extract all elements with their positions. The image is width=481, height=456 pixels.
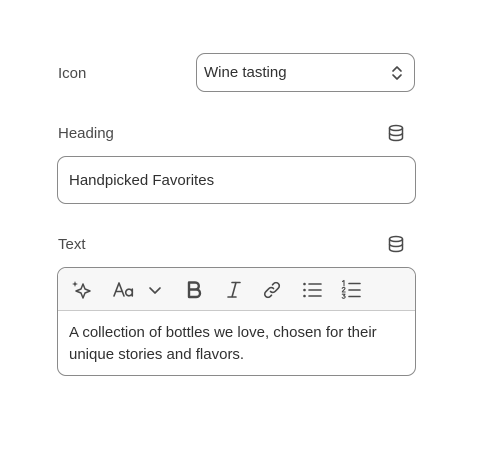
numbered-list-icon[interactable] — [340, 279, 362, 301]
chevron-down-icon[interactable] — [147, 279, 163, 301]
database-icon[interactable] — [387, 124, 405, 142]
bullet-list-icon[interactable] — [301, 279, 323, 301]
font-size-icon[interactable] — [112, 279, 136, 301]
icon-select[interactable]: Wine tasting — [196, 53, 415, 92]
bold-icon[interactable] — [184, 279, 204, 301]
text-field-label: Text — [58, 236, 86, 253]
editor-content[interactable]: A collection of bottles we love, chosen … — [58, 311, 415, 366]
rich-text-editor[interactable]: A collection of bottles we love, chosen … — [57, 267, 416, 376]
heading-field-label: Heading — [58, 125, 114, 142]
icon-field-label: Icon — [58, 65, 87, 82]
link-icon[interactable] — [261, 279, 283, 301]
heading-input[interactable]: Handpicked Favorites — [57, 156, 416, 204]
chevron-up-down-icon — [392, 66, 402, 80]
heading-input-value: Handpicked Favorites — [69, 171, 215, 189]
italic-icon[interactable] — [224, 279, 244, 301]
database-icon[interactable] — [387, 235, 405, 253]
magic-sparkle-icon[interactable] — [70, 279, 92, 301]
editor-toolbar — [58, 268, 415, 311]
icon-select-value: Wine tasting — [204, 64, 287, 81]
